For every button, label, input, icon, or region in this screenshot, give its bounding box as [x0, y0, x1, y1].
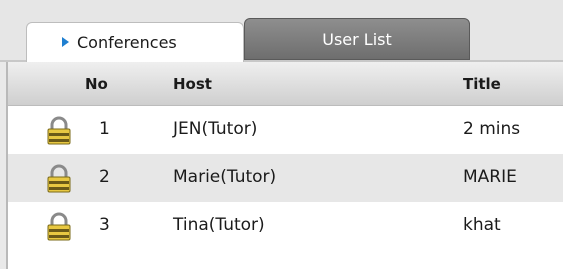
chevron-right-icon	[62, 37, 69, 47]
table-header: No Host Title	[8, 62, 563, 106]
column-header-no[interactable]: No	[85, 75, 108, 93]
row-number: 1	[99, 119, 110, 139]
row-number: 3	[99, 215, 110, 235]
tab-user-list[interactable]: User List	[244, 18, 470, 60]
table-row[interactable]: 1 JEN(Tutor) 2 mins	[8, 106, 563, 154]
table-row[interactable]: 2 Marie(Tutor) MARIE	[8, 154, 563, 202]
row-host: Marie(Tutor)	[173, 167, 277, 187]
lock-icon	[47, 164, 71, 193]
row-title: MARIE	[463, 167, 517, 187]
tab-conferences[interactable]: Conferences	[26, 22, 244, 62]
tab-user-list-label: User List	[322, 29, 392, 49]
row-host: Tina(Tutor)	[173, 215, 265, 235]
row-title: 2 mins	[463, 119, 521, 139]
row-number: 2	[99, 167, 110, 187]
column-header-title[interactable]: Title	[463, 75, 501, 93]
row-host: JEN(Tutor)	[173, 119, 258, 139]
lock-icon	[47, 212, 71, 241]
row-title: khat	[463, 215, 501, 235]
conference-table: No Host Title 1 JEN(Tutor) 2 mins 2 Mari…	[6, 62, 563, 269]
column-header-host[interactable]: Host	[173, 75, 212, 93]
table-row[interactable]: 3 Tina(Tutor) khat	[8, 202, 563, 250]
tab-conferences-label: Conferences	[77, 33, 177, 52]
lock-icon	[47, 116, 71, 145]
